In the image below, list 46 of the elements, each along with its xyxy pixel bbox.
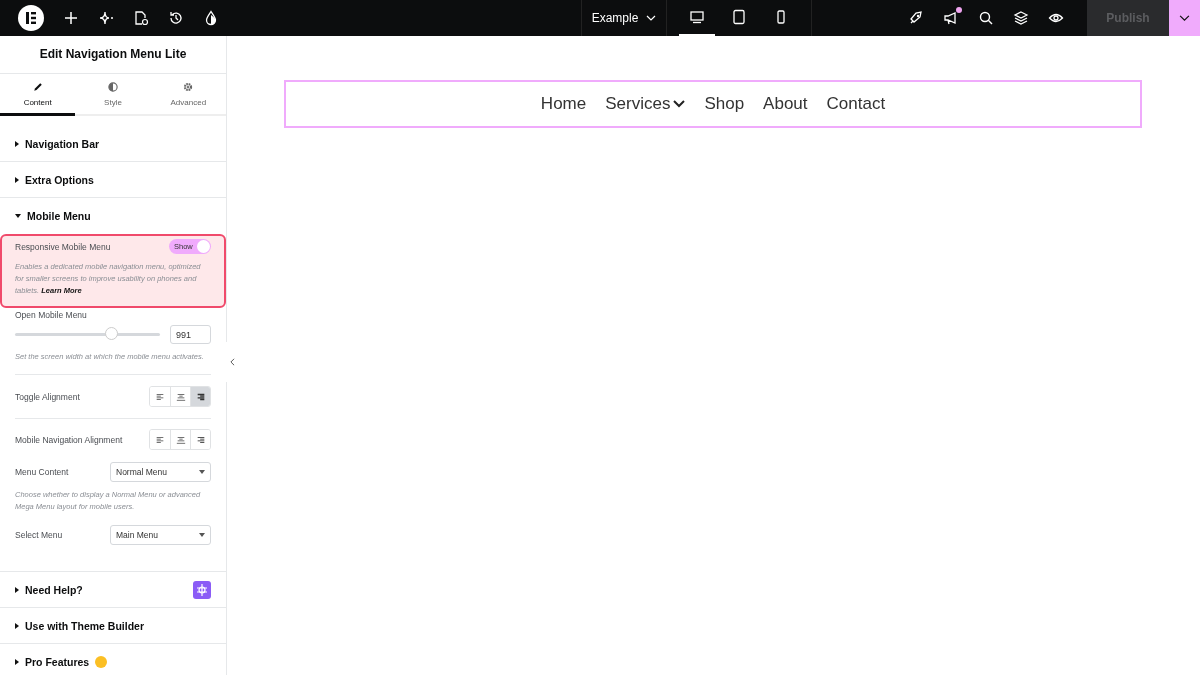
panel-tab[interactable]: Style bbox=[75, 74, 151, 116]
align-right-icon[interactable] bbox=[190, 387, 210, 406]
drop-icon[interactable] bbox=[203, 10, 219, 26]
control-label: Responsive Mobile Menu bbox=[15, 241, 111, 252]
page-settings-icon[interactable] bbox=[133, 10, 149, 26]
section-header[interactable]: Mobile Menu bbox=[0, 198, 226, 234]
number-input[interactable]: 991 bbox=[170, 325, 211, 344]
pencil-icon bbox=[31, 81, 44, 93]
slider-thumb[interactable] bbox=[104, 327, 118, 340]
megaphone-icon[interactable] bbox=[943, 10, 959, 26]
menu-link[interactable]: Services bbox=[605, 94, 686, 114]
section-header[interactable]: Use with Theme Builder bbox=[0, 608, 226, 644]
logo-icon[interactable] bbox=[18, 5, 44, 31]
settings-icon bbox=[182, 81, 195, 93]
menu-link[interactable]: About bbox=[763, 94, 808, 114]
rocket-icon[interactable] bbox=[908, 10, 924, 26]
section-header[interactable]: Navigation Bar bbox=[0, 126, 226, 162]
section-header[interactable]: Need Help? bbox=[0, 572, 226, 608]
select-dropdown[interactable]: Normal Menu bbox=[110, 462, 211, 482]
section-header[interactable]: Extra Options bbox=[0, 162, 226, 198]
control-label: Select Menu bbox=[15, 530, 63, 540]
control-label: Menu Content bbox=[15, 467, 69, 477]
history-icon[interactable] bbox=[168, 10, 184, 26]
chevron-icon bbox=[646, 15, 657, 21]
caret-icon bbox=[1179, 14, 1190, 22]
panel-title: Edit Navigation Menu Lite bbox=[0, 36, 226, 74]
panel-tab[interactable]: Advanced bbox=[150, 74, 226, 116]
search-icon[interactable] bbox=[978, 10, 994, 26]
page-selector[interactable]: Example bbox=[581, 0, 667, 36]
add-icon[interactable] bbox=[63, 10, 79, 26]
dropdown-icon bbox=[673, 100, 686, 108]
control-label: Open Mobile Menu bbox=[15, 310, 87, 320]
control-label: Mobile Navigation Alignment bbox=[15, 434, 123, 445]
contrast-icon bbox=[107, 81, 119, 93]
layers-icon[interactable] bbox=[1013, 10, 1029, 26]
pro-badge-icon bbox=[95, 655, 108, 668]
menu-link[interactable]: Shop bbox=[704, 94, 745, 114]
control-label: Toggle Alignment bbox=[15, 391, 80, 402]
menu-link[interactable]: Contact bbox=[826, 94, 886, 114]
select-dropdown[interactable]: Main Menu bbox=[110, 525, 211, 545]
menu-link[interactable]: Home bbox=[540, 94, 587, 114]
sparkle-icon[interactable] bbox=[98, 10, 114, 26]
section-header[interactable]: Pro Features bbox=[0, 644, 226, 675]
help-badge-icon bbox=[193, 580, 211, 599]
align-right-icon[interactable] bbox=[190, 430, 210, 449]
panel-tab[interactable]: Content bbox=[0, 74, 76, 116]
